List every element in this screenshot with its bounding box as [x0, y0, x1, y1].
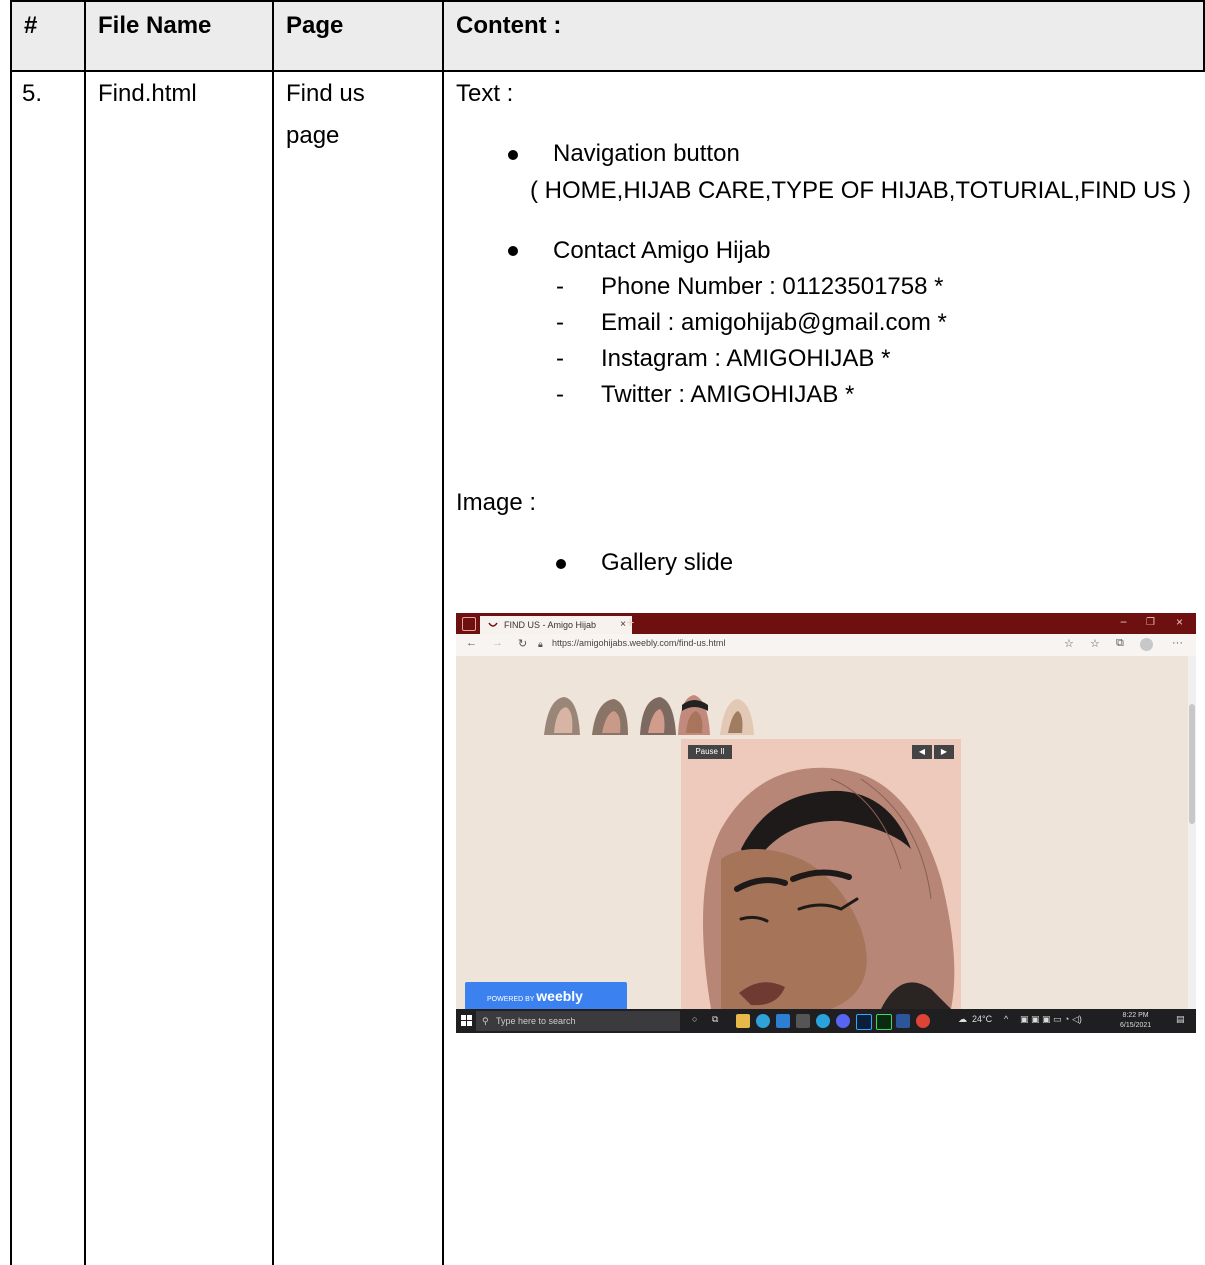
discord-icon[interactable] [836, 1014, 850, 1028]
col-line-3 [272, 0, 274, 1265]
lock-icon: 🔒︎ [538, 639, 543, 649]
maximize-icon[interactable]: ❐ [1146, 617, 1155, 628]
taskbar-search-input[interactable]: ⚲ Type here to search [476, 1011, 680, 1031]
weather-icon: ☁ [958, 1014, 967, 1024]
row-number: 5. [22, 80, 43, 107]
more-options-icon[interactable]: ··· [1172, 637, 1183, 649]
back-icon[interactable]: ← [466, 637, 477, 649]
bullet-dot [556, 559, 566, 569]
tab-title: FIND US - Amigo Hijab [504, 620, 597, 630]
powered-by-weebly-badge[interactable]: POWERED BY weebly [465, 982, 627, 1009]
store-icon[interactable] [776, 1014, 790, 1028]
task-view-icon[interactable]: ⧉ [712, 1014, 718, 1025]
header-content: Content : [456, 12, 562, 39]
telegram-icon[interactable] [816, 1014, 830, 1028]
dreamweaver-icon[interactable] [876, 1014, 892, 1030]
address-bar: ← → ↻ 🔒︎ https://amigohijabs.weebly.com/… [456, 634, 1196, 657]
browser-titlebar: FIND US - Amigo Hijab × + − ❐ × [456, 613, 1196, 634]
collections-icon[interactable]: ⧉ [1116, 637, 1124, 650]
word-icon[interactable] [896, 1014, 910, 1028]
gallery-bullet-text: Gallery slide [601, 549, 734, 576]
nav-items-text: ( HOME,HIJAB CARE,TYPE OF HIJAB,TOTURIAL… [530, 177, 1191, 204]
browser-tab[interactable]: FIND US - Amigo Hijab × [480, 616, 632, 634]
favorites-icon[interactable]: ☆ [1090, 637, 1100, 650]
row-page-line2: page [286, 122, 340, 149]
image-heading: Image : [456, 489, 537, 516]
cortana-icon[interactable]: ○ [692, 1014, 697, 1024]
photoshop-icon[interactable] [856, 1014, 872, 1030]
new-tab-icon[interactable]: + [626, 614, 634, 630]
window-icon [462, 617, 476, 631]
chrome-icon[interactable] [916, 1014, 930, 1028]
dash-marker: - [556, 381, 564, 408]
pause-button[interactable]: Pause II [688, 745, 732, 759]
page-viewport: Pause II ◀ ▶ POWERED BY weebly [456, 656, 1188, 1009]
scrollbar-thumb[interactable] [1189, 704, 1195, 824]
contact-instagram: Instagram : AMIGOHIJAB * [601, 345, 891, 372]
gallery-slide-image[interactable] [681, 739, 961, 1009]
notifications-icon[interactable]: ▤ [1176, 1014, 1185, 1025]
tray-icons[interactable]: ▣ ▣ ▣ ▭ ◔ ◁) [1020, 1014, 1082, 1025]
col-line-2 [84, 0, 86, 1265]
app-icon[interactable] [796, 1014, 810, 1028]
text-heading: Text : [456, 80, 514, 107]
bullet-dot [508, 150, 518, 160]
refresh-icon[interactable]: ↻ [518, 637, 527, 650]
row-page-line1: Find us [286, 80, 365, 107]
embedded-screenshot: FIND US - Amigo Hijab × + − ❐ × ← → ↻ 🔒︎… [456, 613, 1196, 1033]
vertical-scrollbar[interactable] [1188, 656, 1196, 1009]
minimize-icon[interactable]: − [1120, 615, 1127, 629]
next-slide-button[interactable]: ▶ [934, 745, 954, 759]
clock-time: 8:22 PM [1122, 1012, 1149, 1019]
nav-bullet-text: Navigation button [553, 140, 740, 167]
hijab-illustration [703, 767, 955, 1009]
read-aloud-icon[interactable]: ☆ [1064, 637, 1074, 650]
header-page: Page [286, 12, 344, 39]
row-file-name: Find.html [98, 80, 197, 107]
bullet-dot [508, 246, 518, 256]
taskbar-clock[interactable]: 8:22 PM 6/15/2021 [1120, 1011, 1151, 1031]
contact-email: Email : amigohijab@gmail.com * [601, 309, 947, 336]
clock-date: 6/15/2021 [1120, 1022, 1152, 1029]
url-text[interactable]: https://amigohijabs.weebly.com/find-us.h… [552, 638, 725, 648]
profile-avatar[interactable] [1140, 638, 1153, 651]
dash-marker: - [556, 345, 564, 372]
contact-twitter: Twitter : AMIGOHIJAB * [601, 381, 855, 408]
gallery-thumbnails[interactable] [542, 693, 762, 735]
edge-browser-icon[interactable] [756, 1014, 770, 1028]
forward-icon[interactable]: → [492, 637, 503, 649]
windows-taskbar: ⚲ Type here to search ○ ⧉ ☁ 24°C ^ ▣ ▣ ▣… [456, 1009, 1196, 1033]
tab-favicon-icon [488, 622, 498, 627]
weebly-prefix: POWERED BY [487, 996, 535, 1003]
file-explorer-icon[interactable] [736, 1014, 750, 1028]
search-icon: ⚲ [482, 1016, 489, 1026]
contact-bullet-text: Contact Amigo Hijab [553, 237, 771, 264]
dash-marker: - [556, 273, 564, 300]
close-window-icon[interactable]: × [1176, 615, 1183, 629]
header-number: # [24, 12, 38, 39]
header-file-name: File Name [98, 12, 212, 39]
col-line-4 [442, 0, 444, 1265]
dash-marker: - [556, 309, 564, 336]
taskbar-search-placeholder: Type here to search [496, 1016, 576, 1026]
contact-phone: Phone Number : 01123501758 * [601, 273, 944, 300]
windows-start-icon[interactable] [461, 1015, 473, 1027]
tray-chevron-icon[interactable]: ^ [1004, 1014, 1008, 1024]
col-line-1 [10, 0, 12, 1265]
prev-slide-button[interactable]: ◀ [912, 745, 932, 759]
table-border-top [10, 0, 1205, 2]
weebly-brand: weebly [536, 988, 583, 1004]
weather-temp[interactable]: 24°C [972, 1014, 992, 1024]
